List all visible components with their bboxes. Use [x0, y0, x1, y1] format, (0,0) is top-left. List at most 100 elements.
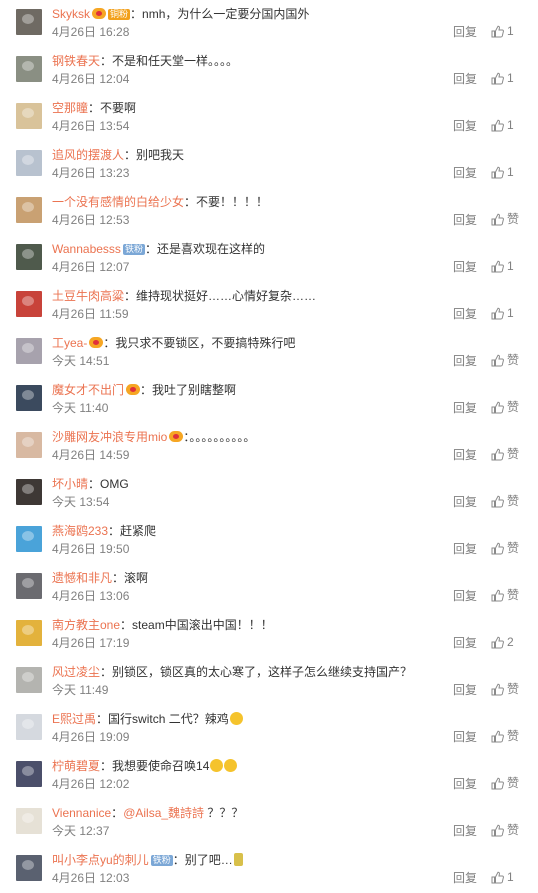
- mention-link[interactable]: @Ailsa_魏詩詩: [123, 806, 204, 820]
- thumbs-up-icon: [491, 353, 507, 367]
- avatar[interactable]: [16, 385, 42, 411]
- avatar[interactable]: [16, 9, 42, 35]
- username-link[interactable]: 一个没有感情的白给少女: [52, 195, 184, 209]
- like-count: 赞: [507, 212, 520, 226]
- thumbs-up-icon: [491, 118, 507, 132]
- like-button[interactable]: 赞: [491, 776, 519, 791]
- like-button[interactable]: 赞: [491, 682, 519, 697]
- like-button[interactable]: 赞: [491, 494, 519, 509]
- avatar[interactable]: [16, 432, 42, 458]
- avatar[interactable]: [16, 526, 42, 552]
- avatar[interactable]: [16, 244, 42, 270]
- reply-button[interactable]: 回复: [453, 25, 477, 40]
- avatar[interactable]: [16, 479, 42, 505]
- like-button[interactable]: 赞: [491, 823, 519, 838]
- username-link[interactable]: Viennanice: [52, 806, 111, 820]
- reply-button[interactable]: 回复: [453, 636, 477, 651]
- comment-time: 4月26日 14:59: [52, 448, 130, 462]
- avatar[interactable]: [16, 573, 42, 599]
- avatar[interactable]: [16, 291, 42, 317]
- like-button[interactable]: 1: [491, 870, 514, 885]
- like-button[interactable]: 赞: [491, 729, 519, 744]
- like-button[interactable]: 赞: [491, 541, 519, 556]
- like-button[interactable]: 赞: [491, 353, 519, 368]
- like-button[interactable]: 赞: [491, 588, 519, 603]
- avatar[interactable]: [16, 667, 42, 693]
- comment-text: 不要！！！！: [196, 195, 269, 209]
- like-button[interactable]: 1: [491, 259, 514, 274]
- thumbs-up-icon: [491, 635, 507, 649]
- username-link[interactable]: 魔女才不出门: [52, 383, 124, 397]
- like-count: 赞: [507, 494, 520, 508]
- like-count: 1: [507, 24, 514, 38]
- like-button[interactable]: 1: [491, 118, 514, 133]
- like-button[interactable]: 2: [491, 635, 514, 650]
- reply-button[interactable]: 回复: [453, 495, 477, 510]
- username-link[interactable]: 柠萌碧夏: [52, 759, 100, 773]
- username-link[interactable]: 坏小晴: [52, 477, 88, 491]
- comment-time: 4月26日 13:06: [52, 589, 130, 603]
- vip-icon: [89, 337, 104, 348]
- avatar[interactable]: [16, 714, 42, 740]
- username-link[interactable]: 土豆牛肉高粱: [52, 289, 124, 303]
- reply-button[interactable]: 回复: [453, 542, 477, 557]
- avatar[interactable]: [16, 620, 42, 646]
- reply-button[interactable]: 回复: [453, 166, 477, 181]
- reply-button[interactable]: 回复: [453, 307, 477, 322]
- avatar[interactable]: [16, 103, 42, 129]
- reply-button[interactable]: 回复: [453, 72, 477, 87]
- username-link[interactable]: 工yea-: [52, 336, 87, 350]
- reply-button[interactable]: 回复: [453, 213, 477, 228]
- comment-colon: ：: [100, 759, 113, 773]
- comment-item: 魔女才不出门 ：我吐了别瞎整啊 今天 11:40 回复 赞: [0, 376, 538, 423]
- username-link[interactable]: 钢铁春天: [52, 54, 100, 68]
- like-button[interactable]: 赞: [491, 447, 519, 462]
- username-link[interactable]: 燕海鸥233: [52, 524, 108, 538]
- like-button[interactable]: 赞: [491, 212, 519, 227]
- reply-button[interactable]: 回复: [453, 119, 477, 134]
- reply-button[interactable]: 回复: [453, 589, 477, 604]
- like-button[interactable]: 1: [491, 165, 514, 180]
- username-link[interactable]: 叫小李点yu的刺儿: [52, 853, 149, 867]
- username-link[interactable]: E熙过禹: [52, 712, 96, 726]
- username-link[interactable]: 沙雕网友冲浪专用mio: [52, 430, 167, 444]
- thumbs-up-icon: [491, 729, 507, 743]
- like-button[interactable]: 1: [491, 24, 514, 39]
- avatar[interactable]: [16, 56, 42, 82]
- like-button[interactable]: 1: [491, 71, 514, 86]
- like-count: 1: [507, 306, 514, 320]
- reply-button[interactable]: 回复: [453, 354, 477, 369]
- comment-colon: ：: [112, 571, 125, 585]
- comment-time: 4月26日 11:59: [52, 307, 129, 321]
- avatar[interactable]: [16, 808, 42, 834]
- avatar[interactable]: [16, 761, 42, 787]
- fan-badge: 铁粉: [150, 855, 173, 866]
- reply-button[interactable]: 回复: [453, 777, 477, 792]
- comment-colon: ：: [88, 477, 101, 491]
- reply-button[interactable]: 回复: [453, 730, 477, 745]
- username-link[interactable]: Skyksk: [52, 7, 90, 21]
- username-link[interactable]: 南方教主one: [52, 618, 120, 632]
- like-button[interactable]: 赞: [491, 400, 519, 415]
- comment-colon: ：: [96, 712, 109, 726]
- reply-button[interactable]: 回复: [453, 401, 477, 416]
- avatar[interactable]: [16, 150, 42, 176]
- avatar[interactable]: [16, 855, 42, 881]
- username-link[interactable]: 追风的摆渡人: [52, 148, 124, 162]
- username-link[interactable]: 空那瞳: [52, 101, 88, 115]
- username-link[interactable]: 风过凌尘: [52, 665, 100, 679]
- reply-button[interactable]: 回复: [453, 448, 477, 463]
- comment-item: 工yea- ：我只求不要锁区，不要搞特殊行吧 今天 14:51 回复 赞: [0, 329, 538, 376]
- reply-button[interactable]: 回复: [453, 260, 477, 275]
- username-link[interactable]: Wannabesss: [52, 242, 121, 256]
- reply-button[interactable]: 回复: [453, 683, 477, 698]
- fan-medal-badge: 铜粉: [108, 9, 131, 20]
- comment-item: Skyksk 铜粉 ：nmh，为什么一定要分国内国外 4月26日 16:28 回复 1: [0, 0, 538, 47]
- like-button[interactable]: 1: [491, 306, 514, 321]
- avatar[interactable]: [16, 338, 42, 364]
- comment-text: 。。。。。。。。。。: [189, 430, 256, 444]
- avatar[interactable]: [16, 197, 42, 223]
- username-link[interactable]: 遗憾和非凡: [52, 571, 112, 585]
- reply-button[interactable]: 回复: [453, 824, 477, 839]
- vip-icon: [126, 384, 141, 395]
